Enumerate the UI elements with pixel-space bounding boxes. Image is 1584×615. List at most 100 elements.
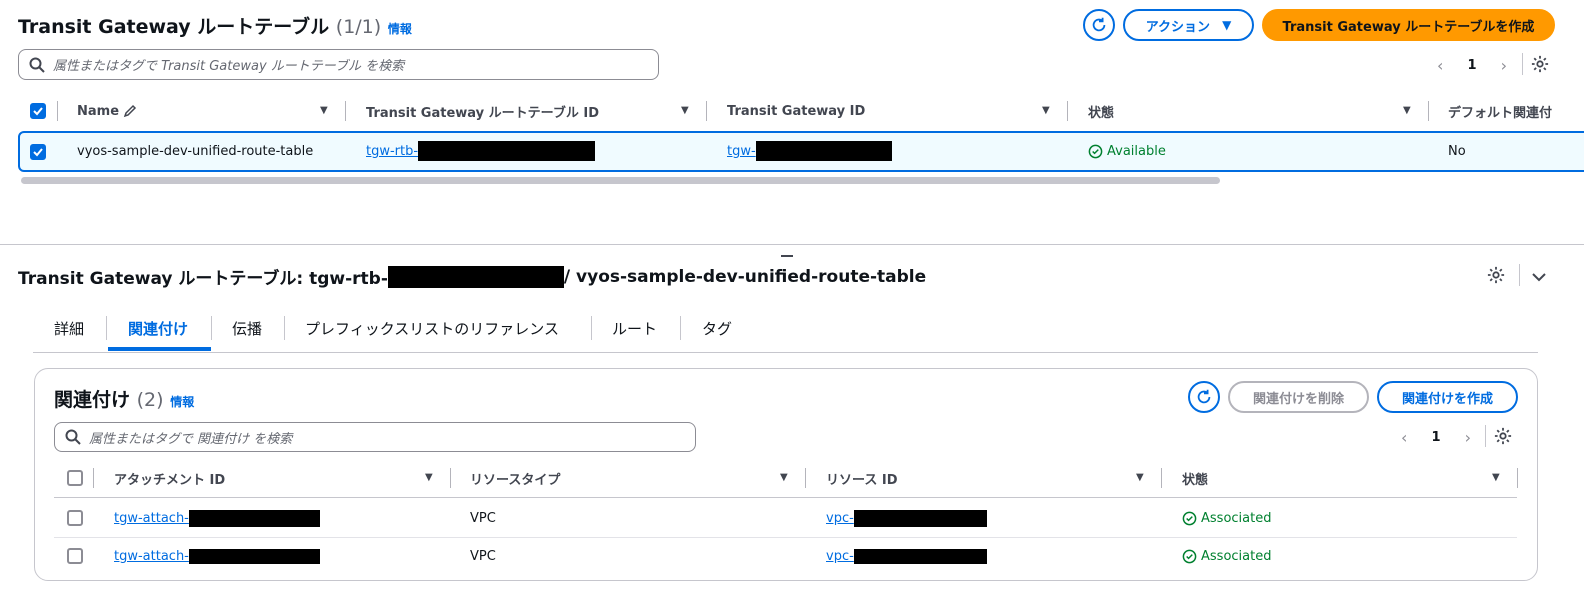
detail-gear-icon[interactable]: [1487, 266, 1505, 288]
search-placeholder: 属性またはタグで 関連付け を検索: [89, 431, 293, 447]
chevron-right-icon[interactable]: ›: [1501, 56, 1507, 75]
redacted-block: [418, 141, 596, 161]
sort-caret-icon[interactable]: ▼: [1492, 472, 1500, 483]
tab-propagations[interactable]: 伝播: [232, 318, 262, 338]
row-checkbox[interactable]: [67, 510, 83, 526]
check-icon: [33, 148, 43, 157]
check-icon: [33, 107, 43, 116]
refresh-icon: [1197, 389, 1211, 404]
actions-button[interactable]: アクション ▼: [1123, 9, 1254, 41]
sort-caret-icon[interactable]: ▼: [780, 472, 788, 483]
pencil-icon: [123, 104, 137, 118]
sort-caret-icon[interactable]: ▼: [1042, 105, 1050, 116]
select-all-checkbox[interactable]: [67, 470, 83, 486]
tgw-id-link[interactable]: tgw-: [727, 144, 756, 159]
column-header-default-association[interactable]: デフォルト関連付: [1448, 101, 1584, 121]
page-number[interactable]: 1: [1431, 430, 1440, 445]
page-title-text: Transit Gateway ルートテーブル: [18, 16, 330, 38]
column-header-attachment-id[interactable]: アタッチメント ID: [114, 468, 225, 488]
delete-association-label: 関連付けを削除: [1252, 391, 1344, 407]
refresh-icon: [1092, 17, 1106, 32]
info-link[interactable]: 情報: [388, 22, 412, 36]
column-header-name[interactable]: Name: [77, 101, 137, 121]
column-header-tgw-id[interactable]: Transit Gateway ID: [727, 101, 865, 121]
tabs-bottom-border: [33, 352, 1538, 353]
associations-pagination: ‹ 1 ›: [1401, 425, 1471, 449]
row-resource-id[interactable]: vpc-: [826, 508, 987, 528]
row-default-association: No: [1448, 143, 1466, 159]
header-bottom-border: [54, 497, 1517, 498]
chevron-left-icon[interactable]: ‹: [1401, 428, 1407, 447]
row-attachment-id[interactable]: tgw-attach-: [114, 508, 320, 528]
tab-associations[interactable]: 関連付け: [128, 318, 188, 338]
associations-gear-icon[interactable]: [1494, 427, 1512, 449]
attachment-id-link[interactable]: tgw-attach-: [114, 549, 189, 564]
column-separator[interactable]: [1517, 468, 1518, 488]
column-separator[interactable]: [450, 468, 451, 488]
column-separator[interactable]: [1161, 468, 1162, 488]
row-resource-id[interactable]: vpc-: [826, 546, 987, 566]
chevron-left-icon[interactable]: ‹: [1437, 56, 1443, 75]
create-association-label: 関連付けを作成: [1401, 391, 1493, 407]
sort-caret-icon[interactable]: ▼: [1136, 472, 1144, 483]
column-header-resource-type[interactable]: リソースタイプ: [470, 468, 560, 488]
association-search-input[interactable]: 属性またはタグで 関連付け を検索: [54, 422, 696, 452]
drag-handle[interactable]: [781, 255, 793, 257]
resource-id-link[interactable]: vpc-: [826, 549, 854, 564]
row-checkbox[interactable]: [30, 144, 46, 160]
column-separator[interactable]: [805, 468, 806, 488]
chevron-right-icon[interactable]: ›: [1465, 428, 1471, 447]
select-all-checkbox[interactable]: [30, 103, 46, 119]
column-header-status[interactable]: 状態: [1088, 101, 1114, 121]
page-number[interactable]: 1: [1467, 58, 1476, 73]
check-circle-icon: [1182, 549, 1197, 563]
row-checkbox[interactable]: [67, 548, 83, 564]
row-rtb-id[interactable]: tgw-rtb-: [366, 141, 596, 161]
sort-caret-icon[interactable]: ▼: [425, 472, 433, 483]
split-panel-divider: [0, 244, 1584, 245]
route-table-search-input[interactable]: 属性またはタグで Transit Gateway ルートテーブル を検索: [18, 49, 659, 80]
redacted-block: [755, 141, 892, 161]
column-header-state[interactable]: 状態: [1182, 468, 1208, 488]
associations-separator: [1485, 425, 1486, 447]
tab-separator: [680, 316, 681, 340]
info-link[interactable]: 情報: [170, 395, 194, 409]
tab-routes[interactable]: ルート: [612, 318, 657, 338]
delete-association-button[interactable]: 関連付けを削除: [1228, 381, 1369, 413]
detail-title-suffix: / vyos-sample-dev-unified-route-table: [563, 266, 927, 287]
status-badge: Available: [1088, 141, 1166, 161]
associations-refresh-button[interactable]: [1188, 381, 1220, 413]
row-name: vyos-sample-dev-unified-route-table: [77, 143, 314, 159]
check-circle-icon: [1088, 144, 1103, 158]
create-association-button[interactable]: 関連付けを作成: [1377, 381, 1518, 413]
attachment-id-link[interactable]: tgw-attach-: [114, 511, 189, 526]
row-divider: [54, 537, 1517, 538]
rtb-id-link[interactable]: tgw-rtb-: [366, 144, 418, 159]
detail-tabs: 詳細 関連付け 伝播 プレフィックスリストのリファレンス ルート タグ: [33, 311, 1538, 353]
create-route-table-button[interactable]: Transit Gateway ルートテーブルを作成: [1262, 9, 1555, 41]
column-separator[interactable]: [1067, 101, 1068, 121]
column-separator[interactable]: [706, 101, 707, 121]
refresh-button[interactable]: [1083, 9, 1115, 41]
column-separator[interactable]: [345, 101, 346, 121]
horizontal-scrollbar[interactable]: [21, 177, 1220, 184]
column-separator[interactable]: [1428, 101, 1429, 121]
tab-details[interactable]: 詳細: [54, 318, 84, 338]
column-header-resource-id[interactable]: リソース ID: [826, 468, 898, 488]
tab-tags[interactable]: タグ: [702, 318, 732, 338]
page-title: Transit Gateway ルートテーブル (1/1) 情報: [18, 12, 412, 39]
associations-title: 関連付け (2) 情報: [54, 385, 194, 412]
search-icon: [29, 57, 45, 73]
sort-caret-icon[interactable]: ▼: [681, 105, 689, 116]
row-attachment-id[interactable]: tgw-attach-: [114, 546, 320, 566]
redacted-block: [188, 509, 320, 527]
preferences-gear-icon[interactable]: [1531, 55, 1549, 77]
resource-id-link[interactable]: vpc-: [826, 511, 854, 526]
row-tgw-id[interactable]: tgw-: [727, 141, 892, 161]
column-header-rtb-id[interactable]: Transit Gateway ルートテーブル ID: [366, 101, 599, 121]
collapse-chevron-icon[interactable]: [1531, 268, 1547, 287]
tab-prefix-list-references[interactable]: プレフィックスリストのリファレンス: [305, 318, 559, 338]
sort-caret-icon[interactable]: ▼: [320, 105, 328, 116]
row-resource-type: VPC: [470, 548, 496, 564]
sort-caret-icon[interactable]: ▼: [1403, 105, 1411, 116]
